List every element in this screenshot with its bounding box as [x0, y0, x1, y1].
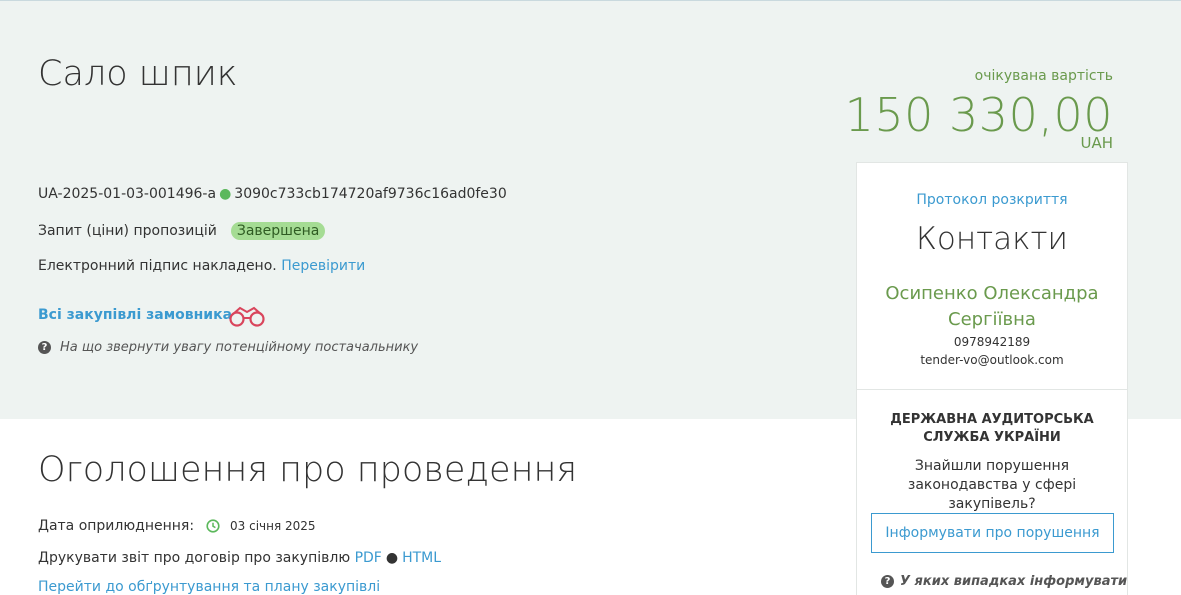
expected-value-currency: UAH	[1080, 134, 1113, 152]
publication-date: Дата оприлюднення: 03 січня 2025	[38, 518, 316, 534]
print-report-line: Друкувати звіт про договір про закупівлю…	[38, 550, 441, 566]
publication-date-value: 03 січня 2025	[230, 519, 316, 533]
supplier-hint[interactable]: ? На що звернути увагу потенційному пост…	[38, 340, 418, 355]
tender-id: UA-2025-01-03-001496-a	[38, 186, 217, 202]
report-violation-button[interactable]: Інформувати про порушення	[871, 513, 1114, 553]
contact-person-name: Осипенко Олександра Сергіївна	[885, 283, 1099, 330]
publication-date-label: Дата оприлюднення:	[38, 518, 195, 534]
signature-text: Електронний підпис накладено.	[38, 258, 277, 274]
contacts-sidebar: Протокол розкриття Контакти Осипенко Оле…	[856, 162, 1128, 595]
tender-hash: 3090c733cb174720af9736c16ad0fe30	[234, 186, 507, 202]
question-icon: ?	[881, 575, 894, 588]
status-badge: Завершена	[230, 222, 326, 240]
announcement-title: Оголошення про проведення	[38, 450, 578, 490]
print-report-text: Друкувати звіт про договір про закупівлю	[38, 550, 351, 566]
audit-service-text: Знайшли порушення законодавства у сфері …	[907, 458, 1077, 512]
procurement-method: Запит (ціни) пропозицій Завершена	[38, 222, 326, 240]
question-icon: ?	[38, 341, 51, 354]
tender-title: Сало шпик	[38, 54, 238, 94]
audit-service-title: ДЕРЖАВНА АУДИТОРСЬКА СЛУЖБА УКРАЇНИ	[890, 412, 1094, 445]
print-pdf-link[interactable]: PDF	[355, 550, 382, 566]
contacts-title: Контакти	[916, 221, 1068, 257]
procurement-plan-link[interactable]: Перейти до обґрунтування та плану закупі…	[38, 579, 380, 595]
contact-email: tender-vo@outlook.com	[920, 353, 1064, 367]
expected-value-amount: 150 330,00	[844, 88, 1113, 142]
tender-id-line: UA-2025-01-03-001496-a ● 3090c733cb174720a…	[38, 186, 507, 202]
report-cases-hint[interactable]: ? У яких випадках інформувати	[881, 574, 1127, 589]
binoculars-icon[interactable]	[226, 304, 268, 330]
signature-line: Електронний підпис накладено. Перевірити	[38, 258, 365, 274]
report-cases-hint-text: У яких випадках інформувати	[900, 574, 1128, 589]
separator-dot-icon: ●	[385, 550, 399, 566]
disclosure-protocol-link[interactable]: Протокол розкриття	[857, 192, 1127, 208]
expected-value-label: очікувана вартість	[974, 68, 1113, 84]
contact-phone: 0978942189	[953, 335, 1031, 349]
separator-dot-icon: ●	[219, 186, 232, 202]
verify-signature-link[interactable]: Перевірити	[281, 258, 365, 274]
sidebar-divider	[857, 389, 1127, 390]
all-customer-purchases-link[interactable]: Всі закупівлі замовника	[38, 307, 232, 323]
supplier-hint-text: На що звернути увагу потенційному постач…	[60, 340, 419, 355]
clock-icon	[206, 519, 220, 533]
method-label: Запит (ціни) пропозицій	[38, 223, 217, 239]
print-html-link[interactable]: HTML	[402, 550, 441, 566]
